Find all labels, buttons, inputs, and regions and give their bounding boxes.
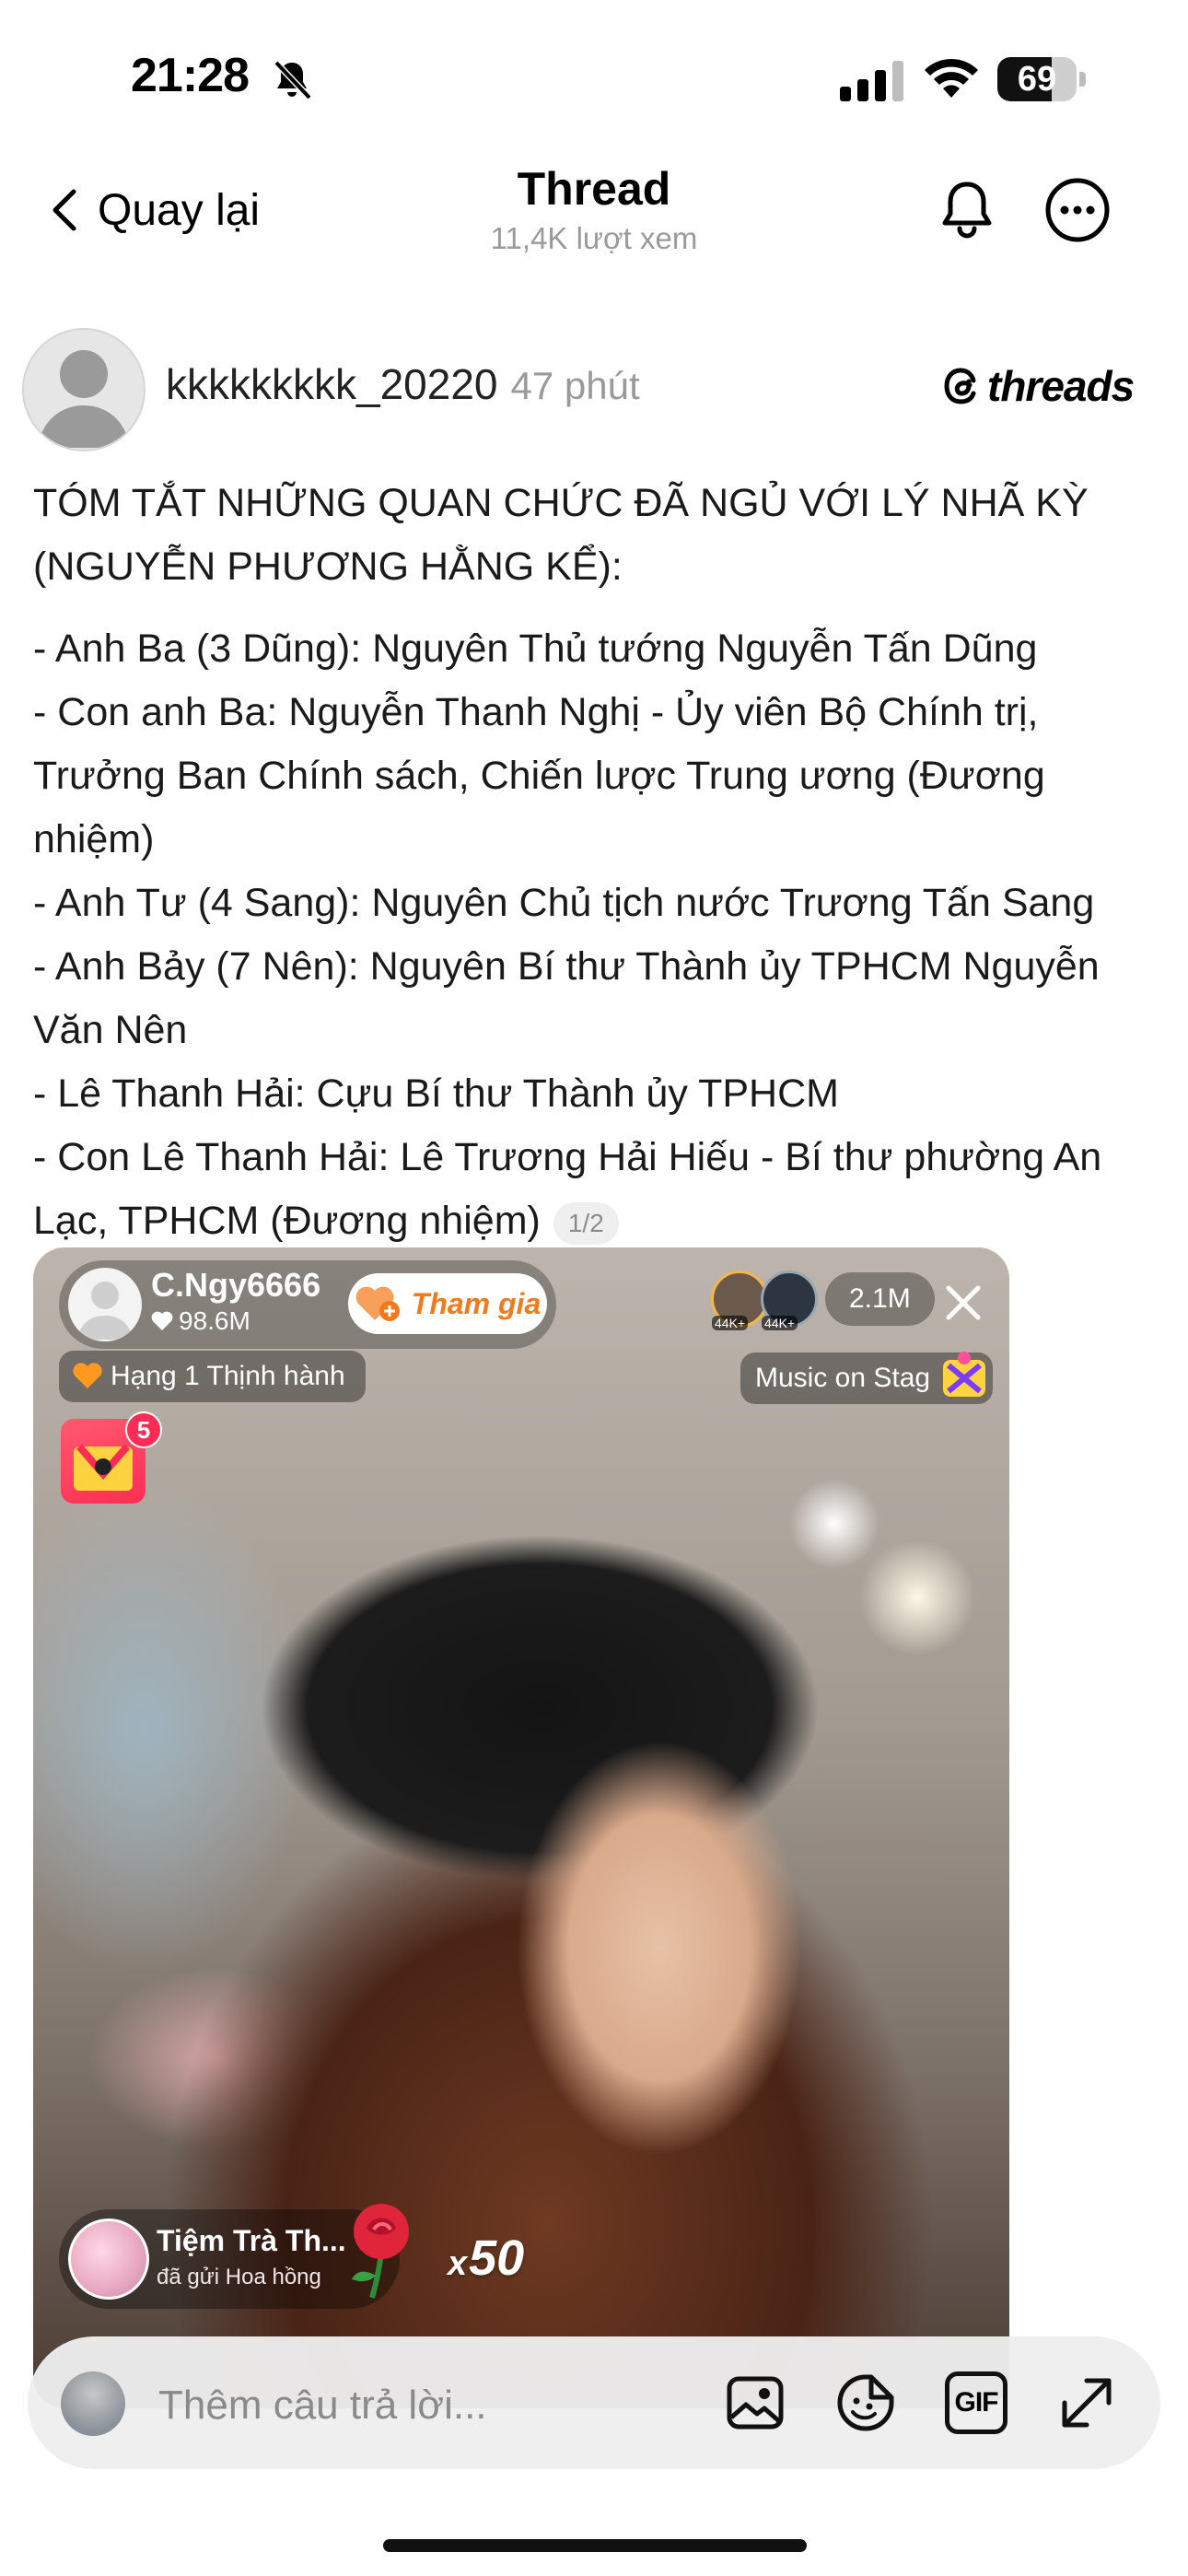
- default-avatar-icon: [38, 350, 130, 448]
- bell-muted-icon: [274, 60, 312, 100]
- post-time: 47 phút: [510, 364, 640, 407]
- join-label: Tham gia: [411, 1286, 542, 1320]
- page-title: Thread: [517, 163, 671, 215]
- post-item: - Con anh Ba: Nguyễn Thanh Nghị - Ủy viê…: [33, 690, 1045, 861]
- author-name[interactable]: kkkkkkkkk_20220: [166, 359, 498, 409]
- battery-icon: 69: [997, 57, 1086, 101]
- expand-icon[interactable]: [1054, 2370, 1120, 2436]
- view-count: 11,4K lượt xem: [490, 221, 698, 255]
- threads-logo: threads: [941, 361, 1135, 411]
- home-indicator: [383, 2539, 807, 2552]
- top-viewers[interactable]: 44K+ 44K+ 2.1M: [711, 1268, 935, 1330]
- post-item: - Anh Ba (3 Dũng): Nguyên Thủ tướng Nguy…: [33, 626, 1038, 671]
- host-avatar[interactable]: [68, 1268, 142, 1341]
- gif-icon[interactable]: GIF: [945, 2371, 1007, 2434]
- close-icon[interactable]: [941, 1281, 985, 1325]
- post-item: - Lê Thanh Hải: Cựu Bí thư Thành ủy TPHC…: [33, 1071, 839, 1116]
- heart-icon: [151, 1311, 173, 1330]
- gift-action-text: đã gửi Hoa hồng: [157, 2265, 321, 2289]
- rose-icon: [352, 2204, 409, 2299]
- threads-wordmark: threads: [987, 362, 1135, 410]
- rank-label: Hạng 1 Thịnh hành: [111, 1361, 345, 1391]
- post-title-line: (NGUYỄN PHƯƠNG HẰNG KỂ):: [33, 544, 623, 589]
- join-button[interactable]: Tham gia: [348, 1273, 547, 1334]
- sticker-icon[interactable]: [833, 2370, 899, 2436]
- page-indicator[interactable]: 1/2: [553, 1201, 619, 1245]
- post-title-line: TÓM TẮT NHỮNG QUAN CHỨC ĐÃ NGỦ VỚI LÝ NH…: [33, 481, 1089, 525]
- viewer-count: 2.1M: [825, 1272, 935, 1326]
- more-options-icon[interactable]: [1042, 175, 1112, 245]
- threads-at-icon: [944, 368, 976, 404]
- gift-count-number: 50: [469, 2231, 525, 2286]
- image-icon[interactable]: [722, 2370, 788, 2436]
- post-image[interactable]: C.Ngy6666 98.6M Tham gia 44K+ 44K+ 2.1M …: [33, 1247, 1009, 2408]
- rank-badge[interactable]: Hạng 1 Thịnh hành: [59, 1351, 366, 1402]
- post-text: TÓM TẮT NHỮNG QUAN CHỨC ĐÃ NGỦ VỚI LÝ NH…: [33, 472, 1166, 1253]
- status-time: 21:28: [131, 49, 250, 102]
- bell-icon[interactable]: [932, 175, 1002, 245]
- host-likes: 98.6M: [151, 1306, 250, 1336]
- host-name: C.Ngy6666: [151, 1266, 321, 1304]
- wifi-icon: [925, 58, 978, 98]
- gift-badge-count: 5: [125, 1411, 162, 1448]
- author-avatar[interactable]: [22, 328, 146, 451]
- viewer-badge: 44K+: [762, 1316, 798, 1330]
- default-avatar-icon: [77, 1282, 133, 1340]
- author-row: kkkkkkkkk_20220 47 phút: [166, 359, 640, 409]
- gift-count: x50: [448, 2230, 524, 2287]
- cellular-signal-icon: [840, 61, 903, 101]
- user-avatar[interactable]: [61, 2371, 125, 2436]
- heart-plus-icon: [355, 1286, 400, 1321]
- host-likes-count: 98.6M: [179, 1306, 250, 1335]
- gift-sender-avatar: [68, 2219, 149, 2300]
- reply-input[interactable]: [157, 2377, 676, 2434]
- post-item: - Anh Tư (4 Sang): Nguyên Chủ tịch nước …: [33, 881, 1095, 925]
- viewer-avatar: 44K+: [711, 1270, 768, 1330]
- post-item: - Anh Bảy (7 Nên): Nguyên Bí thư Thành ủ…: [33, 944, 1100, 1052]
- gift-sender-name: Tiệm Trà Th...: [157, 2224, 346, 2257]
- post-item-last: - Con Lê Thanh Hải: Lê Trương Hải Hiếu -…: [33, 1126, 1166, 1253]
- battery-level-text: 69: [1017, 60, 1057, 99]
- music-gift-icon: [943, 1352, 985, 1397]
- viewer-avatar: 44K+: [761, 1270, 818, 1330]
- viewer-badge: 44K+: [712, 1316, 749, 1330]
- gift-count-prefix: x: [448, 2244, 468, 2283]
- flame-heart-icon: [73, 1363, 102, 1388]
